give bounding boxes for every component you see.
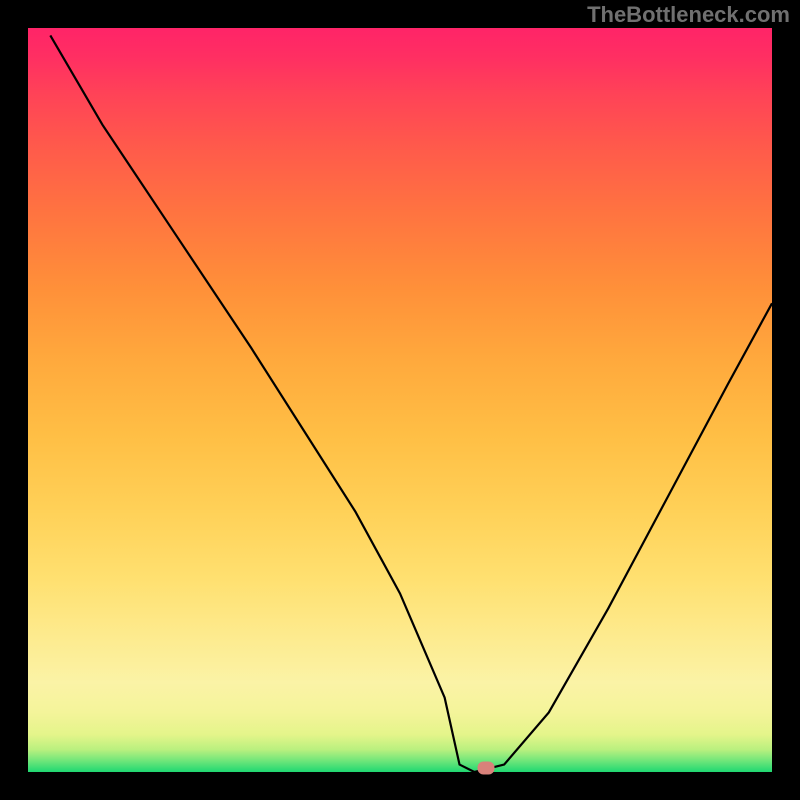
watermark-label: TheBottleneck.com: [587, 2, 790, 28]
optimal-point-marker: [477, 762, 494, 775]
plot-area: [28, 28, 772, 772]
chart-container: TheBottleneck.com: [0, 0, 800, 800]
bottleneck-curve: [28, 28, 772, 772]
